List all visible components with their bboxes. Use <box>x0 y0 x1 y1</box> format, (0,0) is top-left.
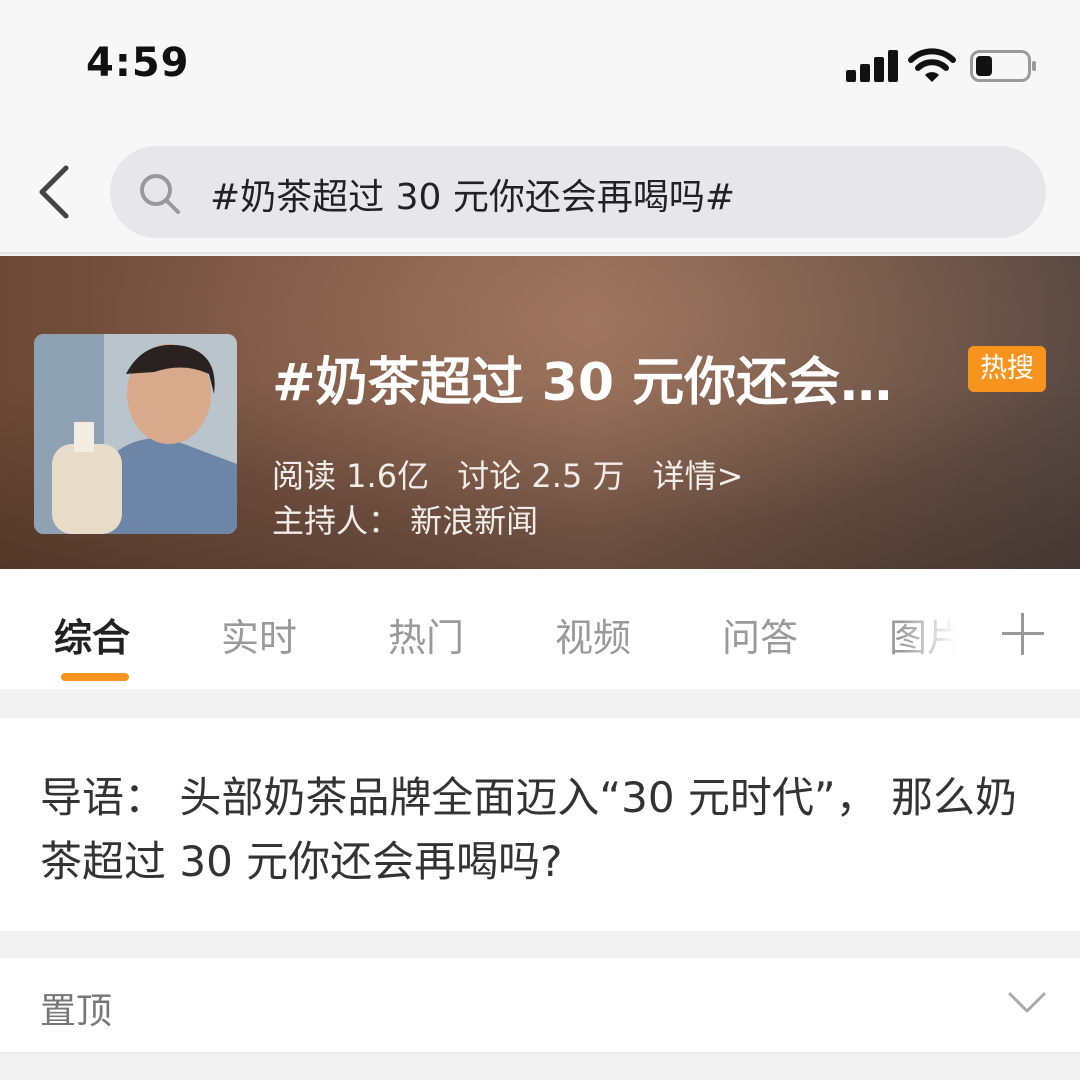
status-icons <box>846 48 1046 88</box>
chevron-down-icon[interactable] <box>1006 988 1048 1018</box>
status-time: 4:59 <box>86 40 190 86</box>
tab-hot[interactable]: 热门 <box>388 607 464 662</box>
search-icon <box>140 174 180 214</box>
wifi-icon <box>908 48 956 82</box>
topic-host: 主持人： 新浪新闻 <box>272 502 539 540</box>
search-input[interactable]: #奶茶超过 30 元你还会再喝吗# <box>110 146 1046 238</box>
back-arrow-icon[interactable] <box>30 160 80 224</box>
search-header: #奶茶超过 30 元你还会再喝吗# <box>0 130 1080 254</box>
intro-text: 导语： 头部奶茶品牌全面迈入“30 元时代”， 那么奶茶超过 30 元你还会再喝… <box>40 773 1018 886</box>
tab-bar: 综合 实时 热门 视频 问答 图片 <box>0 569 1080 689</box>
intro-card: 导语： 头部奶茶品牌全面迈入“30 元时代”， 那么奶茶超过 30 元你还会再喝… <box>0 718 1080 931</box>
details-link[interactable]: 详情> <box>653 457 744 495</box>
active-tab-indicator <box>61 673 129 681</box>
tab-comprehensive[interactable]: 综合 <box>54 607 130 662</box>
tab-video[interactable]: 视频 <box>555 607 631 662</box>
topic-thumbnail-image <box>34 334 237 534</box>
topic-stats: 阅读 1.6亿 讨论 2.5 万 详情> <box>272 451 762 497</box>
battery-icon <box>970 50 1036 82</box>
pinned-label: 置顶 <box>40 991 113 1032</box>
read-count: 阅读 1.6亿 <box>272 457 430 495</box>
pinned-section-header[interactable]: 置顶 <box>0 958 1080 1054</box>
topic-title: #奶茶超过 30 元你还会… <box>272 353 893 413</box>
plus-icon[interactable] <box>1002 613 1044 655</box>
topic-thumbnail[interactable] <box>34 334 237 534</box>
hot-search-badge: 热搜 <box>968 346 1046 392</box>
discussion-count: 讨论 2.5 万 <box>457 457 625 495</box>
status-bar: 4:59 <box>0 0 1080 130</box>
search-query-text: #奶茶超过 30 元你还会再喝吗# <box>210 177 736 218</box>
tab-qa[interactable]: 问答 <box>722 607 798 662</box>
topic-banner: #奶茶超过 30 元你还会… 热搜 阅读 1.6亿 讨论 2.5 万 详情> 主… <box>0 256 1080 569</box>
tab-realtime[interactable]: 实时 <box>221 607 297 662</box>
cellular-signal-icon <box>846 48 900 82</box>
